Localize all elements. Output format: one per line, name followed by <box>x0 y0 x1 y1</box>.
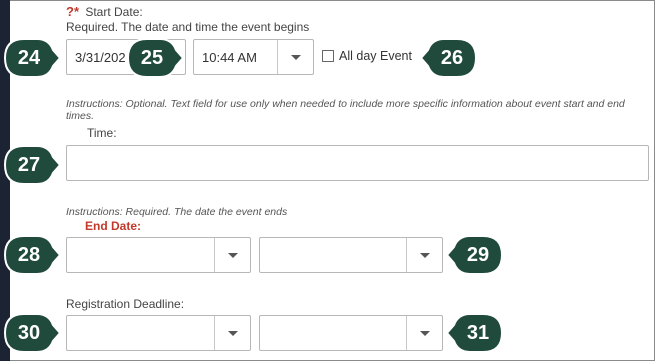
registration-date-input[interactable] <box>66 315 251 351</box>
end-time-dropdown-button[interactable] <box>406 238 442 272</box>
all-day-checkbox[interactable] <box>322 50 334 62</box>
chevron-down-icon <box>227 253 238 258</box>
chevron-down-icon <box>419 331 430 336</box>
time-text-field[interactable] <box>66 145 649 181</box>
start-time-dropdown-button[interactable] <box>277 40 313 74</box>
callout-29: 29 <box>446 234 504 276</box>
callout-28: 28 <box>3 234 61 276</box>
callout-number: 28 <box>17 244 41 266</box>
end-date-label: End Date: <box>85 219 142 233</box>
all-day-label: All day Event <box>339 49 412 63</box>
callout-26: 26 <box>420 37 478 79</box>
start-time-select[interactable]: 10:44 AM <box>193 39 314 75</box>
callout-number: 24 <box>17 47 41 69</box>
end-date-dropdown-button[interactable] <box>214 238 250 272</box>
start-date-label-text: Start Date: <box>85 5 143 19</box>
callout-number: 29 <box>466 244 490 266</box>
chevron-down-icon <box>290 55 301 60</box>
required-marker: ?* <box>66 4 79 19</box>
registration-deadline-label: Registration Deadline: <box>66 297 185 311</box>
end-date-input[interactable] <box>66 237 251 273</box>
time-instructions: Instructions: Optional. Text field for u… <box>66 98 625 122</box>
callout-number: 31 <box>466 322 490 344</box>
registration-date-dropdown-button[interactable] <box>214 316 250 350</box>
callout-30: 30 <box>3 312 61 354</box>
callout-number: 27 <box>17 154 41 176</box>
callout-number: 26 <box>440 47 464 69</box>
time-label: Time: <box>87 126 117 140</box>
chevron-down-icon <box>419 253 430 258</box>
registration-time-select[interactable] <box>259 315 443 351</box>
end-time-select[interactable] <box>259 237 443 273</box>
callout-number: 30 <box>17 322 41 344</box>
callout-27: 27 <box>3 144 61 186</box>
chevron-down-icon <box>227 331 238 336</box>
callout-31: 31 <box>446 312 504 354</box>
start-time-value: 10:44 AM <box>202 50 257 65</box>
callout-24: 24 <box>3 37 61 79</box>
callout-number: 25 <box>140 47 164 69</box>
start-date-value: 3/31/202 <box>75 50 126 65</box>
start-date-help: Required. The date and time the event be… <box>66 20 310 34</box>
registration-time-dropdown-button[interactable] <box>406 316 442 350</box>
start-date-label: ?* Start Date: <box>66 4 143 19</box>
end-date-instructions: Instructions: Required. The date the eve… <box>66 206 288 218</box>
callout-25: 25 <box>126 37 184 79</box>
